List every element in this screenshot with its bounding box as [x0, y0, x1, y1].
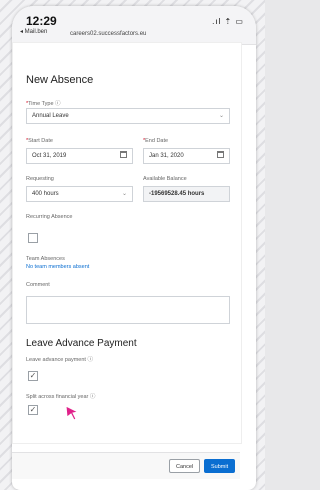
- section-title: Leave Advance Payment: [26, 338, 137, 349]
- calendar-icon[interactable]: [120, 151, 127, 158]
- footer-bar: Cancel Submit: [12, 452, 240, 479]
- available-balance-label: Available Balance: [143, 176, 187, 182]
- recurring-absence-label: Recurring Absence: [26, 214, 73, 220]
- team-absences-link[interactable]: No team members absent: [26, 264, 89, 270]
- split-financial-year-label: Split across financial year ⓘ: [26, 394, 96, 400]
- leave-advance-label: Leave advance payment ⓘ: [26, 357, 93, 363]
- back-link[interactable]: ◂ Mail.ben: [20, 28, 47, 35]
- requesting-select[interactable]: 400 hours ⌄: [26, 186, 133, 202]
- end-date-input[interactable]: Jan 31, 2020: [143, 148, 230, 164]
- available-balance-field: -19569528.45 hours: [143, 186, 230, 202]
- page-title: New Absence: [26, 74, 94, 86]
- cursor-icon: [65, 405, 80, 421]
- team-absences-label: Team Absences: [26, 256, 65, 262]
- requesting-label: Requesting: [26, 176, 54, 182]
- time-type-select[interactable]: Annual Leave ⌄: [26, 108, 230, 124]
- start-date-value: Oct 31, 2019: [32, 153, 67, 159]
- recurring-absence-checkbox[interactable]: [28, 233, 38, 243]
- time-type-label: *Time Type ⓘ: [26, 101, 61, 107]
- address-bar[interactable]: careers02.successfactors.eu: [70, 31, 146, 37]
- cancel-button[interactable]: Cancel: [169, 459, 201, 473]
- signal-icon: .ıl ⇡ ▭: [212, 17, 244, 26]
- time-type-value: Annual Leave: [32, 113, 69, 119]
- start-date-input[interactable]: Oct 31, 2019: [26, 148, 133, 164]
- calendar-icon[interactable]: [217, 151, 224, 158]
- chevron-down-icon: ⌄: [121, 191, 127, 197]
- start-date-label: *Start Date: [26, 138, 53, 144]
- split-financial-year-checkbox[interactable]: ✓: [28, 405, 38, 415]
- leave-advance-checkbox[interactable]: ✓: [28, 371, 38, 381]
- comment-textarea[interactable]: [26, 296, 230, 324]
- status-bar: 12:29 ◂ Mail.ben careers02.successfactor…: [12, 6, 256, 45]
- end-date-label: *End Date: [143, 138, 169, 144]
- chevron-down-icon: ⌄: [218, 113, 224, 119]
- submit-button[interactable]: Submit: [204, 459, 236, 473]
- clock: 12:29: [26, 14, 57, 28]
- requesting-value: 400 hours: [32, 191, 59, 197]
- comment-label: Comment: [26, 282, 50, 288]
- end-date-value: Jan 31, 2020: [149, 153, 184, 159]
